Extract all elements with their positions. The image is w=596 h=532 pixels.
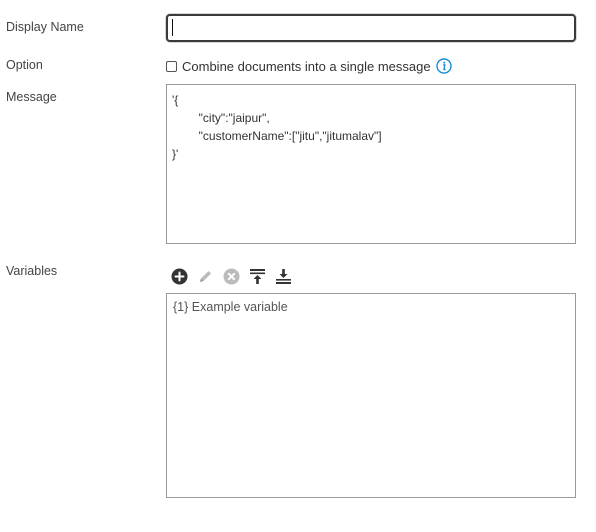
variables-label: Variables <box>6 264 58 278</box>
message-line: "city":"jaipur", <box>172 111 270 125</box>
variables-toolbar <box>170 266 300 286</box>
add-variable-button[interactable] <box>170 267 188 285</box>
info-icon[interactable] <box>435 58 452 74</box>
move-to-top-button[interactable] <box>248 267 266 285</box>
list-item[interactable]: {1} Example variable <box>173 299 569 315</box>
option-label: Option <box>6 58 43 72</box>
remove-icon <box>223 268 239 284</box>
edit-variable-button[interactable] <box>196 267 214 285</box>
display-name-input[interactable] <box>166 14 576 42</box>
edit-icon <box>199 270 211 282</box>
combine-documents-option: Combine documents into a single message <box>166 57 452 75</box>
message-textarea[interactable]: '{ "city":"jaipur", "customerName":["jit… <box>166 84 576 244</box>
combine-documents-checkbox[interactable] <box>166 60 177 72</box>
variables-list[interactable]: {1} Example variable <box>166 293 576 498</box>
message-line: }' <box>172 147 179 161</box>
display-name-label: Display Name <box>6 20 84 34</box>
text-caret <box>172 19 173 36</box>
message-line: '{ <box>172 93 179 107</box>
move-top-icon <box>249 268 265 284</box>
message-line: "customerName":["jitu","jitumalav"] <box>172 129 382 143</box>
move-to-bottom-button[interactable] <box>274 267 292 285</box>
move-bottom-icon <box>275 268 291 284</box>
add-icon <box>171 268 187 284</box>
combine-documents-label[interactable]: Combine documents into a single message <box>182 59 431 74</box>
message-label: Message <box>6 90 57 104</box>
remove-variable-button[interactable] <box>222 267 240 285</box>
